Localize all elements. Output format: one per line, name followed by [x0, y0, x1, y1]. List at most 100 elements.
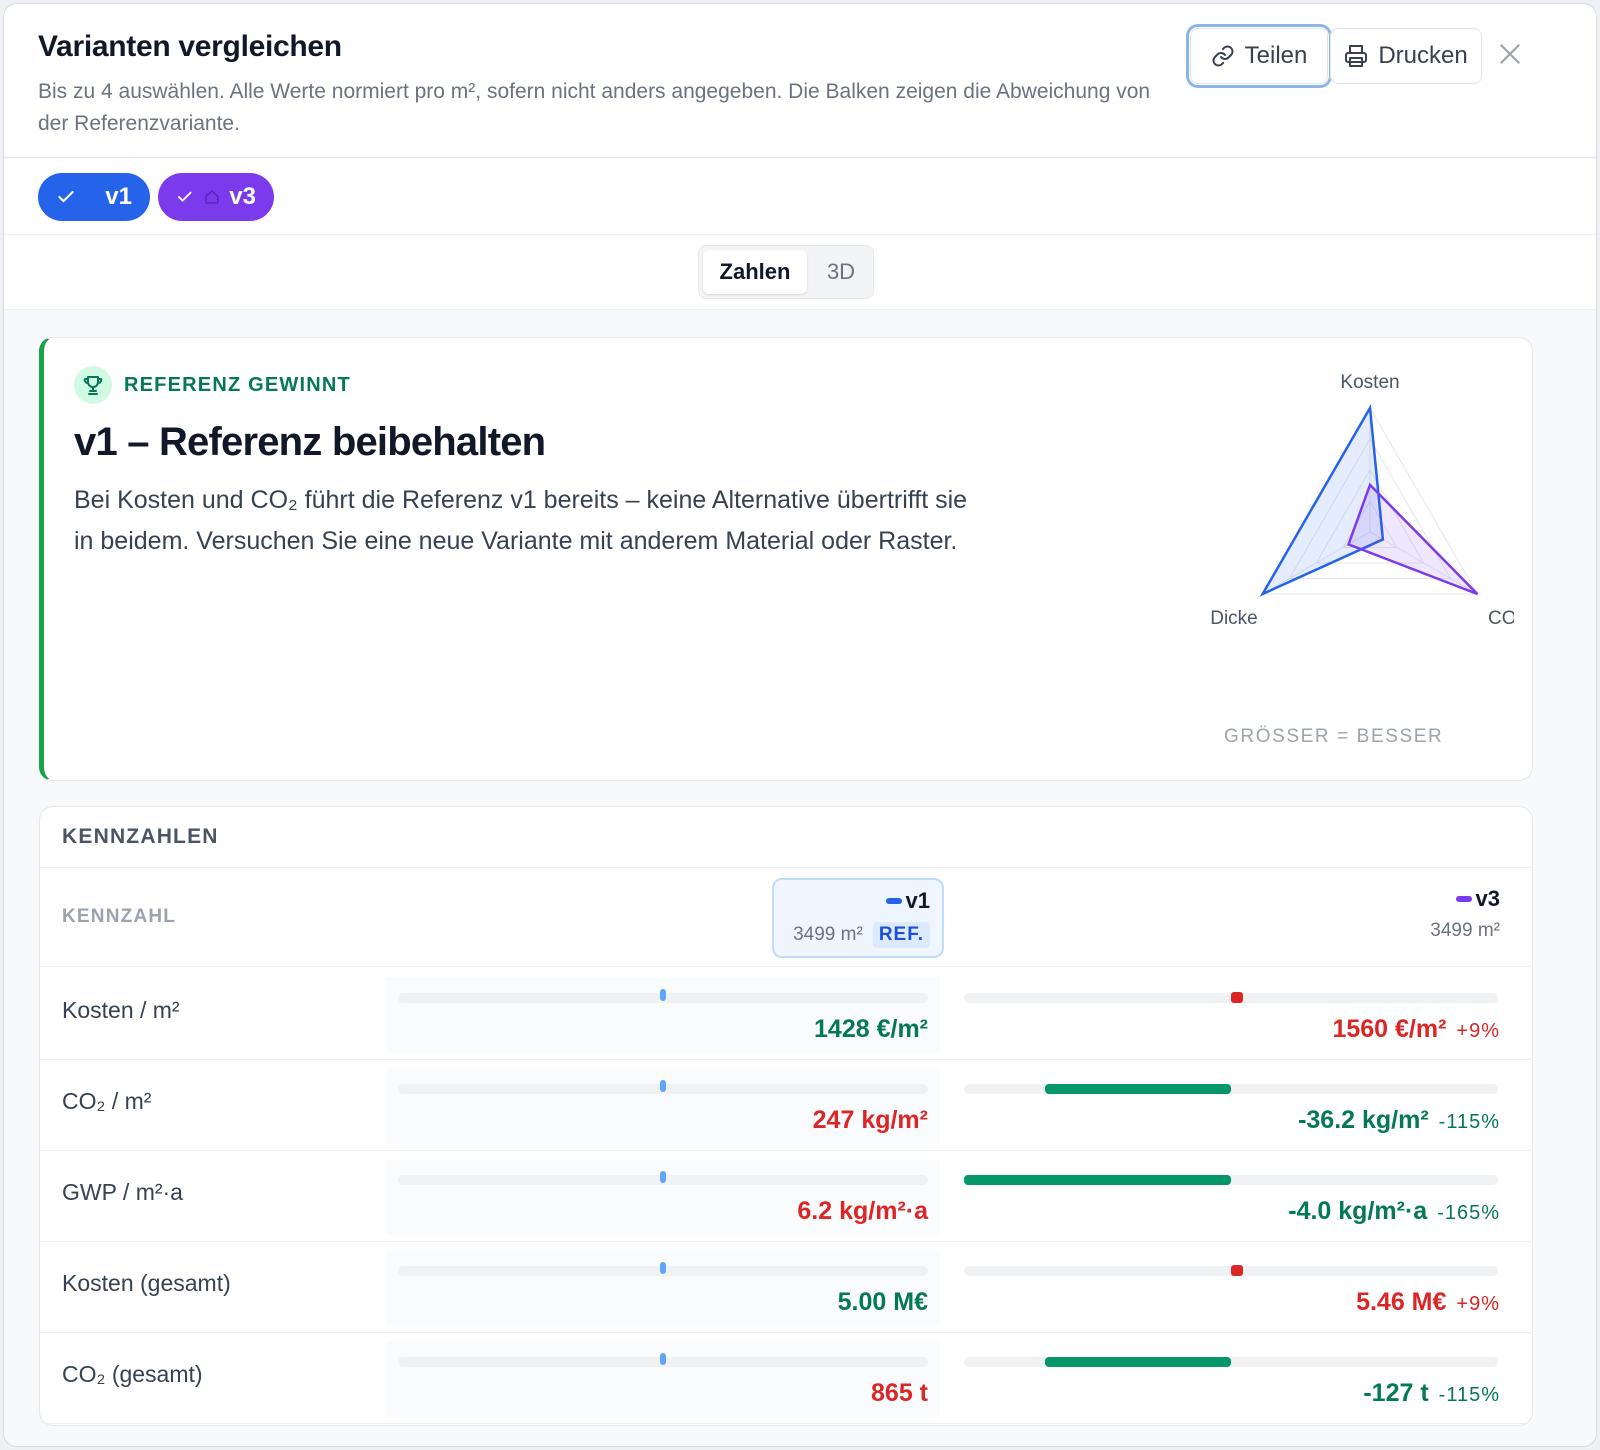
- deviation-bar: [1044, 1084, 1231, 1094]
- dialog-title: Varianten vergleichen: [38, 30, 342, 63]
- dialog-header: Varianten vergleichen Bis zu 4 auswählen…: [4, 4, 1596, 158]
- kpi-value: 247 kg/m²: [812, 1106, 928, 1134]
- kpi-cell-v3: -36.2 kg/m² -115%: [962, 1068, 1510, 1144]
- tab-zahlen[interactable]: Zahlen: [703, 250, 807, 294]
- kpi-label: Kosten / m²: [62, 997, 180, 1023]
- deviation-bar: [1231, 992, 1243, 1003]
- kpi-column-label: KENNZAHL: [62, 906, 177, 927]
- kpi-value: 5.46 M€: [1356, 1288, 1447, 1316]
- kpi-cell-v1: 247 kg/m²: [386, 1068, 940, 1144]
- dialog-subtitle: Bis zu 4 auswählen. Alle Werte normiert …: [38, 80, 1151, 135]
- kpi-value: 1560 €/m²: [1332, 1015, 1447, 1043]
- trophy-icon: [74, 366, 112, 404]
- kpi-value: -4.0 kg/m²·a: [1288, 1197, 1428, 1225]
- kpi-row: GWP / m²·a 6.2 kg/m²·a -4.0 kg/m²·a -165%: [40, 1151, 1532, 1242]
- radar-hint: GRÖSSER = BESSER: [1224, 726, 1444, 747]
- variant-column-v3: v3 3499 m²: [1340, 886, 1500, 942]
- variant-chip-label: v3: [229, 183, 256, 210]
- variant-area: 3499 m²: [1430, 920, 1500, 941]
- variant-chip-v3[interactable]: v3: [158, 173, 274, 221]
- winner-description: Bei Kosten und CO₂ führt die Referenz v1…: [74, 486, 968, 555]
- kpi-value: 5.00 M€: [837, 1288, 928, 1316]
- kpi-row: Kosten / m² 1428 €/m² 1560 €/m² +9%: [40, 969, 1532, 1060]
- deviation-bar: [964, 1175, 1231, 1185]
- print-label: Drucken: [1378, 42, 1468, 69]
- kpi-value: 1428 €/m²: [814, 1015, 928, 1043]
- kpi-cell-v1: 865 t: [386, 1341, 940, 1417]
- kpi-value: 865 t: [871, 1379, 928, 1407]
- radar-axis-label: Dicke: [1210, 608, 1258, 629]
- reference-marker: [660, 1353, 666, 1365]
- winner-headline: v1 – Referenz beibehalten: [74, 420, 546, 464]
- kpi-title: KENNZAHLEN: [62, 825, 219, 848]
- radar-chart: Kosten CO₂ Dicke: [1210, 372, 1514, 629]
- kpi-label: Kosten (gesamt): [62, 1270, 231, 1296]
- kpi-cell-v3: 1560 €/m² +9%: [962, 977, 1510, 1053]
- series-swatch-v1: [885, 898, 902, 904]
- link-icon: [1212, 45, 1234, 67]
- close-icon: [1500, 44, 1520, 64]
- kpi-value: -127 t: [1363, 1379, 1429, 1407]
- radar-series-v3: [1346, 482, 1479, 596]
- kpi-cell-v3: -4.0 kg/m²·a -165%: [962, 1159, 1510, 1235]
- tab-3d[interactable]: 3D: [811, 250, 871, 294]
- variant-name: v1: [905, 888, 930, 913]
- series-swatch-v3: [1455, 896, 1472, 902]
- reference-marker: [660, 1171, 666, 1183]
- kpi-row: Kosten (gesamt) 5.00 M€ 5.46 M€ +9%: [40, 1242, 1532, 1333]
- deviation-bar: [1231, 1265, 1243, 1276]
- kpi-cell-v3: -127 t -115%: [962, 1341, 1510, 1417]
- kpi-value: 6.2 kg/m²·a: [797, 1197, 928, 1225]
- printer-icon: [1345, 45, 1368, 67]
- kpi-cell-v1: 6.2 kg/m²·a: [386, 1159, 940, 1235]
- deviation-bar: [1044, 1357, 1231, 1367]
- kpi-row: CO₂ / m² 247 kg/m² -36.2 kg/m² -115%: [40, 1060, 1532, 1151]
- kpi-row: CO₂ (gesamt) 865 t -127 t -115%: [40, 1333, 1532, 1424]
- view-toggle: Zahlen 3D: [698, 245, 874, 299]
- check-icon: [178, 191, 192, 202]
- close-button[interactable]: [1490, 34, 1530, 74]
- kpi-table: KENNZAHLEN KENNZAHL v1 3499 m² REF. v3 34…: [39, 806, 1533, 1426]
- kpi-value: -36.2 kg/m²: [1298, 1106, 1429, 1134]
- variant-name: v3: [1475, 886, 1500, 911]
- deviation-track: [398, 1353, 928, 1367]
- deviation-track: [398, 1262, 928, 1276]
- deviation-percent: -115%: [1438, 1111, 1500, 1133]
- reference-marker: [660, 1080, 666, 1092]
- variant-chip-bar: v1 v3: [4, 159, 1596, 235]
- deviation-track: [398, 989, 928, 1003]
- kpi-label: CO₂ (gesamt): [62, 1361, 203, 1387]
- kpi-label: GWP / m²·a: [62, 1179, 183, 1205]
- kpi-label: CO₂ / m²: [62, 1088, 152, 1114]
- kpi-cell-v1: 5.00 M€: [386, 1250, 940, 1326]
- compare-variants-dialog: Varianten vergleichen Bis zu 4 auswählen…: [3, 3, 1597, 1447]
- print-button[interactable]: Drucken: [1330, 28, 1482, 84]
- deviation-percent: +9%: [1456, 1293, 1500, 1315]
- kpi-cell-v3: 5.46 M€ +9%: [962, 1250, 1510, 1326]
- deviation-track: [964, 1084, 1498, 1094]
- check-icon: [58, 190, 74, 203]
- deviation-percent: -115%: [1438, 1384, 1500, 1406]
- variant-column-v1: v1 3499 m² REF.: [772, 878, 944, 958]
- deviation-percent: +9%: [1456, 1020, 1500, 1042]
- reference-marker: [660, 1262, 666, 1274]
- share-label: Teilen: [1244, 42, 1308, 69]
- home-icon: [204, 190, 219, 204]
- kpi-column-header: KENNZAHL v1 3499 m² REF. v3 3499 m²: [40, 867, 1532, 967]
- reference-badge: REF.: [872, 922, 930, 948]
- variant-chip-label: v1: [105, 183, 132, 210]
- deviation-track: [964, 1175, 1498, 1185]
- radar-axis-label: CO₂: [1488, 608, 1514, 629]
- variant-chip-v1[interactable]: v1: [38, 173, 150, 221]
- deviation-track: [964, 1265, 1498, 1276]
- view-toggle-bar: Zahlen 3D: [4, 236, 1596, 310]
- winner-card: REFERENZ GEWINNT v1 – Referenz beibehalt…: [39, 337, 1533, 781]
- variant-area: 3499 m²: [793, 924, 863, 945]
- deviation-track: [398, 1171, 928, 1185]
- share-button[interactable]: Teilen: [1186, 24, 1332, 88]
- kpi-cell-v1: 1428 €/m²: [386, 977, 940, 1053]
- reference-marker: [660, 989, 666, 1001]
- deviation-percent: -165%: [1437, 1202, 1500, 1224]
- deviation-track: [964, 992, 1498, 1003]
- winner-tag: REFERENZ GEWINNT: [124, 374, 351, 396]
